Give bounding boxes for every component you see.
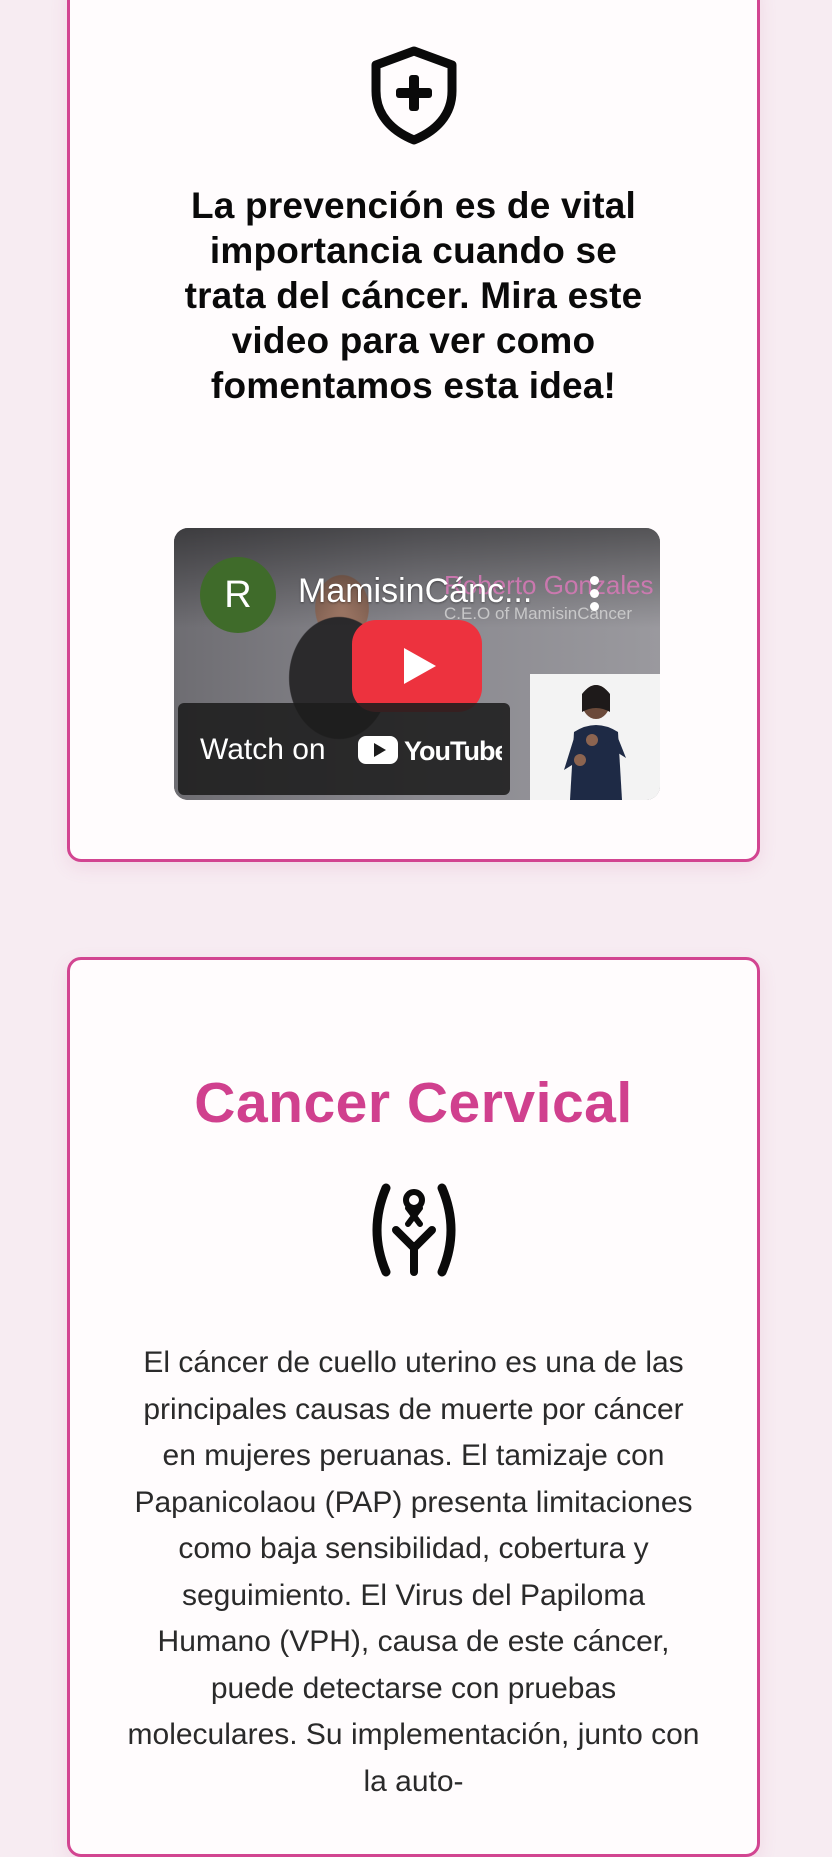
video-title[interactable]: MamisinCánc... — [298, 572, 532, 611]
youtube-logo-icon: YouTube — [358, 736, 502, 766]
prevention-heading: La prevención es de vital importancia cu… — [184, 185, 643, 406]
cervical-cancer-title: Cancer Cervical — [194, 1071, 633, 1135]
youtube-video-embed[interactable]: Roberto Gonzales C.E.O of MamisinCáncer … — [174, 528, 660, 800]
sign-language-interpreter — [530, 674, 660, 800]
cervical-cancer-card: Cancer Cervical El cáncer de cuello uter… — [67, 957, 760, 1857]
channel-avatar[interactable]: R — [200, 557, 276, 633]
prevention-card: La prevención es de vital importancia cu… — [67, 0, 760, 862]
cervix-ribbon-icon — [372, 1183, 455, 1277]
watch-on-label: Watch on — [200, 733, 326, 766]
shield-plus-icon — [371, 46, 456, 145]
youtube-play-icon[interactable] — [352, 620, 482, 712]
platform-name: YouTube — [404, 736, 502, 766]
cervical-cancer-description: El cáncer de cuello uterino es una de la… — [127, 1346, 700, 1798]
more-vertical-icon[interactable] — [588, 576, 600, 612]
watch-on-youtube-button[interactable]: Watch on YouTube — [178, 703, 510, 795]
